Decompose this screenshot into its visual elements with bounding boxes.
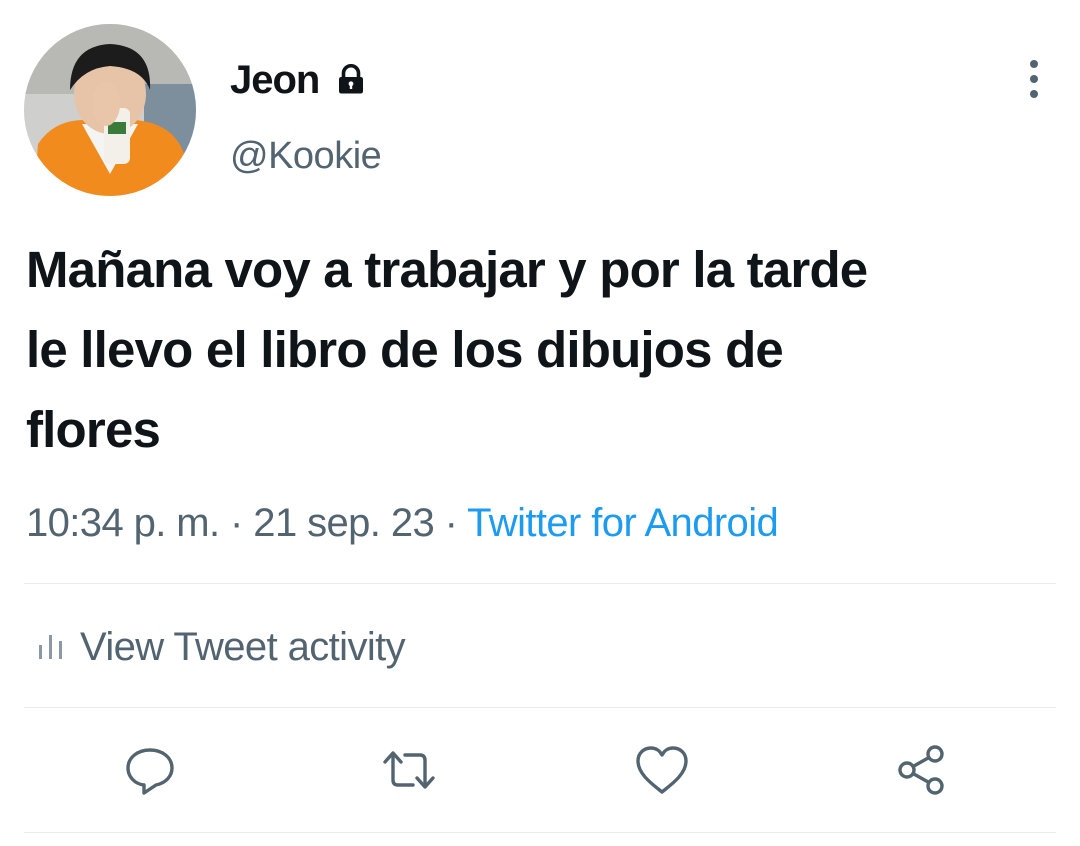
meta-separator: · <box>230 501 243 545</box>
tweet-source-link[interactable]: Twitter for Android <box>467 501 779 545</box>
display-name[interactable]: Jeon <box>230 56 320 104</box>
divider <box>24 583 1056 584</box>
retweet-icon[interactable] <box>379 740 439 800</box>
lock-icon <box>339 64 364 94</box>
view-tweet-activity-label: View Tweet activity <box>80 625 406 669</box>
user-handle[interactable]: @Kookie <box>230 134 382 178</box>
heart-icon[interactable] <box>632 740 692 800</box>
tweet-time[interactable]: 10:34 p. m. <box>26 501 220 545</box>
avatar[interactable] <box>24 24 196 196</box>
reply-icon[interactable] <box>120 740 180 800</box>
meta-separator: · <box>444 501 458 545</box>
tweet-date[interactable]: 21 sep. 23 <box>253 501 434 545</box>
avatar-image <box>24 24 196 196</box>
divider <box>24 832 1056 833</box>
tweet-meta: 10:34 p. m. · 21 sep. 23 · Twitter for A… <box>26 498 779 548</box>
bar-chart-icon <box>39 635 62 659</box>
more-vertical-icon[interactable] <box>1016 56 1052 102</box>
share-icon[interactable] <box>892 740 952 800</box>
display-name-row[interactable]: Jeon <box>230 56 369 104</box>
tweet-text: Mañana voy a trabajar y por la tarde le … <box>26 241 868 458</box>
view-tweet-activity-button[interactable]: View Tweet activity <box>36 622 406 672</box>
divider <box>24 707 1056 708</box>
